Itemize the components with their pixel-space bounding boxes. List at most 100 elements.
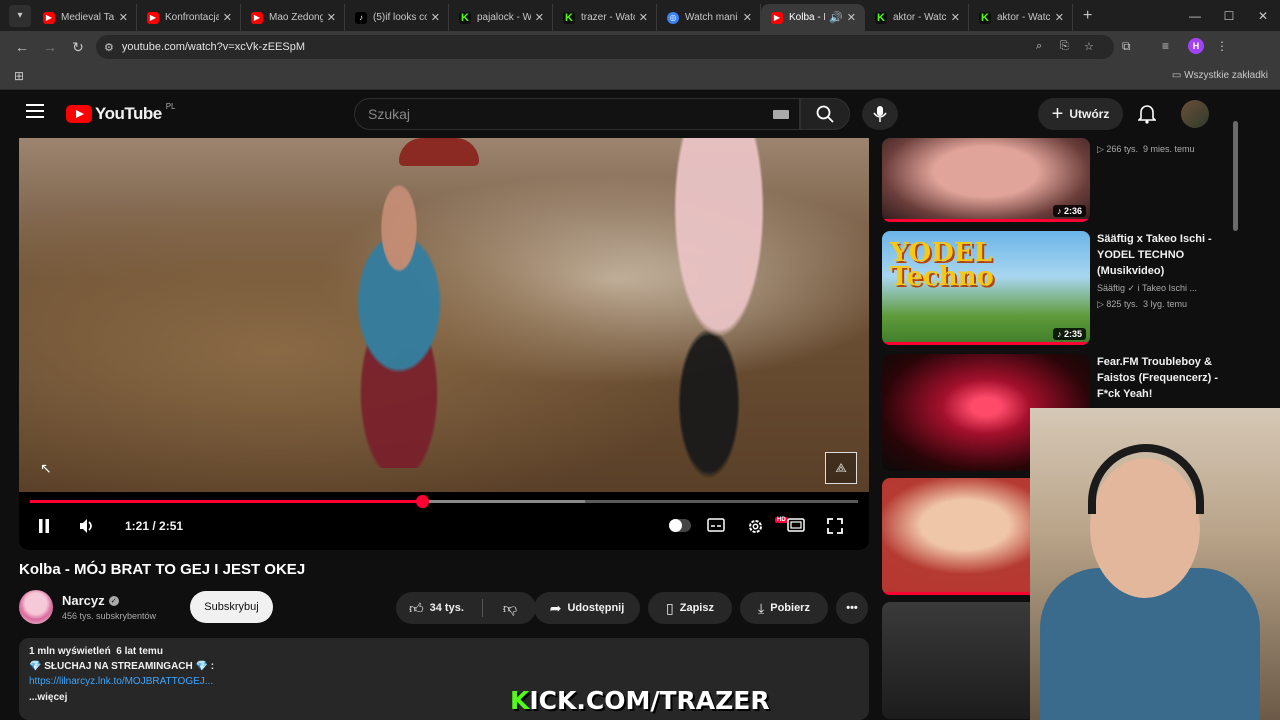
- video-title[interactable]: Fear.FM Troubleboy & Faistos (Frequencer…: [1097, 354, 1222, 402]
- channel-block: Narcyz ✓ 456 tys. subskrybentów: [19, 590, 156, 624]
- create-button[interactable]: + Utwórz: [1038, 98, 1123, 130]
- youtube-logo[interactable]: YouTube PL: [66, 102, 176, 124]
- notifications-bell-icon[interactable]: [1137, 104, 1157, 129]
- video-thumbnail[interactable]: YODEL Techno ♪ 2:35: [882, 231, 1090, 345]
- browser-tab[interactable]: Kaktor - Watc ✕: [969, 4, 1073, 31]
- cast-icon[interactable]: ⎘: [1060, 40, 1069, 53]
- browser-tab[interactable]: ♪ (5)if looks co ✕: [345, 4, 449, 31]
- thumbs-down-icon[interactable]: 👎︎: [503, 600, 517, 617]
- url-text[interactable]: youtube.com/watch?v=xcVk-zEESpM: [122, 41, 305, 53]
- tab-title: Medieval Ta: [61, 12, 115, 23]
- apps-grid-icon[interactable]: ⊞: [14, 69, 24, 83]
- close-tab-icon[interactable]: ✕: [1055, 11, 1064, 24]
- video-frame[interactable]: ⟁: [19, 138, 869, 492]
- settings-button[interactable]: [747, 518, 764, 535]
- channel-name[interactable]: Narcyz: [62, 593, 105, 608]
- video-player[interactable]: ⟁ 1:21 / 2:51 HD: [19, 138, 869, 550]
- fullscreen-button[interactable]: [827, 518, 843, 534]
- scrubber-knob[interactable]: [416, 495, 430, 508]
- channel-name[interactable]: Sääftig ✓ i Takeo Ischi ...: [1097, 281, 1222, 295]
- divider: [481, 599, 483, 617]
- subtitles-button[interactable]: [707, 518, 725, 532]
- close-tab-icon[interactable]: ✕: [431, 11, 440, 24]
- account-avatar[interactable]: [1181, 100, 1209, 128]
- progress-bar[interactable]: [30, 495, 858, 508]
- download-button[interactable]: ⤓ Pobierz: [740, 592, 828, 624]
- video-title[interactable]: Sääftig x Takeo Ischi - YODEL TECHNO (Mu…: [1097, 231, 1222, 279]
- browser-tab[interactable]: Kaktor - Watc ✕: [865, 4, 969, 31]
- menu-icon[interactable]: ⋮: [1216, 39, 1228, 53]
- shorts-icon: ♪: [1056, 206, 1064, 216]
- close-tab-icon[interactable]: ✕: [535, 11, 544, 24]
- youtube-header: YouTube PL + Utwórz: [0, 91, 1240, 137]
- close-tab-icon[interactable]: ✕: [951, 11, 960, 24]
- share-label: Udostępnij: [567, 602, 625, 614]
- subscribe-button[interactable]: Subskrybuj: [190, 591, 273, 623]
- omnibox[interactable]: ⚙ youtube.com/watch?v=xcVk-zEESpM ⌕ ⎘ ☆: [96, 35, 1114, 59]
- browser-tab[interactable]: ▶ Medieval Ta ✕: [33, 4, 137, 31]
- scrollbar-thumb[interactable]: [1233, 121, 1238, 231]
- pause-button[interactable]: [37, 518, 51, 534]
- hd-badge: HD: [775, 517, 788, 523]
- bookmarks-bar: ⊞ ▭ Wszystkie zakładki: [0, 63, 1280, 90]
- close-window-icon[interactable]: ✕: [1246, 0, 1280, 31]
- search-button[interactable]: [800, 98, 850, 130]
- share-button[interactable]: ➦ Udostępnij: [534, 592, 640, 624]
- watched-progress-bar: [882, 219, 1090, 222]
- channel-watermark-icon[interactable]: ⟁: [825, 452, 857, 484]
- tab-title: Kolba - M: [789, 12, 825, 23]
- hamburger-menu-icon[interactable]: [26, 104, 44, 118]
- voice-search-button[interactable]: [862, 98, 898, 130]
- tab-search-button[interactable]: ▾: [9, 4, 31, 27]
- browser-tab[interactable]: ▶ Konfrontacja ✕: [137, 4, 241, 31]
- all-bookmarks-label: Wszystkie zakładki: [1184, 70, 1268, 81]
- save-button[interactable]: ▯ Zapisz: [648, 592, 732, 624]
- video-thumbnail[interactable]: ♪ 2:36: [882, 138, 1090, 222]
- audio-playing-icon[interactable]: 🔊: [829, 11, 843, 24]
- plus-icon: +: [1051, 103, 1064, 125]
- keyboard-icon[interactable]: [773, 110, 789, 119]
- minimize-icon[interactable]: —: [1178, 0, 1212, 31]
- more-actions-button[interactable]: •••: [836, 592, 868, 624]
- microphone-icon: [873, 106, 887, 122]
- thumbs-up-icon: 👍︎: [409, 599, 424, 616]
- channel-name-row[interactable]: Narcyz ✓: [62, 593, 156, 608]
- extensions-icon[interactable]: ⧉: [1122, 39, 1131, 54]
- all-bookmarks[interactable]: ▭ Wszystkie zakładki: [1172, 70, 1268, 81]
- profile-avatar[interactable]: H: [1188, 38, 1204, 54]
- browser-tab-strip: ▾ ▶ Medieval Ta ✕ ▶ Konfrontacja ✕ ▶ Mao Zedo…: [0, 0, 1280, 31]
- theater-mode-button[interactable]: [787, 518, 805, 532]
- tab-title: Watch mani: [685, 12, 738, 23]
- channel-avatar[interactable]: [19, 590, 53, 624]
- close-tab-icon[interactable]: ✕: [847, 11, 856, 24]
- close-tab-icon[interactable]: ✕: [639, 11, 648, 24]
- close-tab-icon[interactable]: ✕: [223, 11, 232, 24]
- autoplay-toggle[interactable]: [669, 519, 691, 532]
- youtube-icon: ▶: [251, 11, 263, 24]
- browser-tab[interactable]: ▶ Mao Zedong ✕: [241, 4, 345, 31]
- close-tab-icon[interactable]: ✕: [119, 11, 128, 24]
- close-tab-icon[interactable]: ✕: [327, 11, 336, 24]
- forward-icon[interactable]: →: [36, 39, 64, 55]
- new-tab-button[interactable]: +: [1083, 7, 1092, 25]
- site-info-icon[interactable]: ⚙: [104, 41, 114, 54]
- browser-tab-active[interactable]: ▶ Kolba - M 🔊 ✕: [761, 4, 865, 31]
- browser-tab[interactable]: Kpajalock - W ✕: [449, 4, 553, 31]
- download-icon: ⤓: [758, 599, 765, 616]
- media-controls-icon[interactable]: ≡: [1162, 39, 1169, 53]
- volume-button[interactable]: [79, 518, 95, 534]
- close-tab-icon[interactable]: ✕: [743, 11, 752, 24]
- maximize-icon[interactable]: ☐: [1212, 0, 1246, 31]
- youtube-icon: ▶: [43, 11, 55, 24]
- bookmark-star-icon[interactable]: ☆: [1084, 40, 1094, 53]
- browser-tab[interactable]: Ktrazer - Watc ✕: [553, 4, 657, 31]
- back-icon[interactable]: ←: [8, 39, 36, 55]
- like-button[interactable]: 👍︎ 34 tys.: [409, 600, 464, 617]
- description-line: 💎 SŁUCHAJ NA STREAMINGACH 💎 :: [29, 661, 215, 672]
- browser-tab[interactable]: ◎ Watch mani ✕: [657, 4, 761, 31]
- zoom-icon[interactable]: ⌕: [1036, 40, 1042, 53]
- reload-icon[interactable]: ↻: [64, 39, 92, 56]
- bookmark-icon: ▯: [666, 599, 674, 616]
- verified-icon: ✓: [108, 595, 119, 606]
- search-input[interactable]: [355, 99, 755, 129]
